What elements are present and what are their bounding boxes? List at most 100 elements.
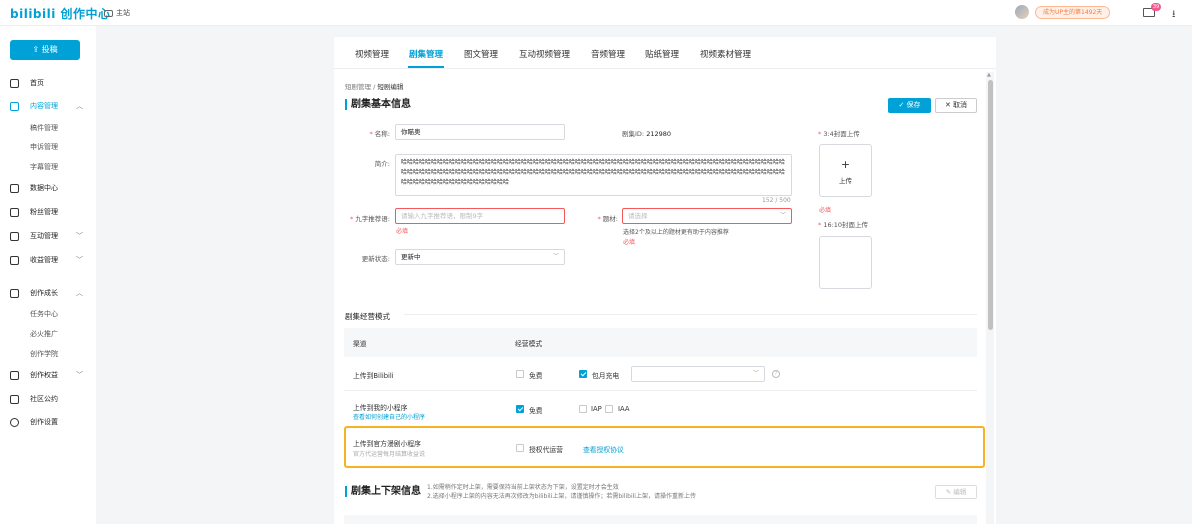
cover-upload-label: 上传 xyxy=(839,177,852,185)
sidebar-item-community[interactable]: 社区公约 xyxy=(0,392,96,406)
cover-34-label-text: 3:4封面上传 xyxy=(823,130,860,138)
section-title-shelf: 剧集上下架信息 xyxy=(345,486,421,497)
edit-button[interactable]: ✎ 编辑 xyxy=(935,485,977,499)
sidebar-item-label: 粉丝管理 xyxy=(30,208,58,216)
sidebar-item-income[interactable]: 收益管理 ﹀ xyxy=(0,253,96,267)
money-icon xyxy=(10,255,19,265)
topic-label: * 题材: xyxy=(597,215,618,223)
promo-badge[interactable]: 成为UP主的第1492天 xyxy=(1035,6,1111,19)
save-button-label: 保存 xyxy=(906,101,921,109)
view-agreement-link[interactable]: 查看授权协议 xyxy=(583,444,624,454)
iaa-label: IAA xyxy=(618,405,630,413)
slogan-label-text: 九字推荐语: xyxy=(355,215,390,223)
chevron-up-icon: ︿ xyxy=(76,289,83,297)
main-panel: 视频管理 剧集管理 图文管理 互动视频管理 音频管理 贴纸管理 视频素材管理 短… xyxy=(334,37,996,524)
chevron-down-icon: ﹀ xyxy=(552,253,559,260)
iap-checkbox[interactable] xyxy=(579,405,587,413)
sidebar-item-interaction[interactable]: 互动管理 ﹀ xyxy=(0,229,96,243)
sidebar-sub-academy[interactable]: 创作学院 xyxy=(30,349,58,359)
free-checkbox-bilibili[interactable] xyxy=(516,370,524,378)
scroll-up-icon[interactable]: ▲ xyxy=(987,72,991,78)
section-title-basic: 剧集基本信息 xyxy=(345,99,411,110)
tab-interactive[interactable]: 互动视频管理 xyxy=(519,48,570,60)
sidebar-item-content[interactable]: 内容管理 ︿ xyxy=(0,99,96,113)
topic-required-msg: 必填 xyxy=(623,239,636,246)
logo[interactable]: bilibili 创作中心 xyxy=(10,5,111,22)
iaa-checkbox[interactable] xyxy=(605,405,613,413)
tab-series[interactable]: 剧集管理 xyxy=(409,48,443,60)
slogan-label: * 九字推荐语: xyxy=(349,215,390,223)
free-label: 免费 xyxy=(529,407,543,415)
sidebar-item-growth[interactable]: 创作成长 ︿ xyxy=(0,286,96,300)
authorize-operation-checkbox[interactable] xyxy=(516,444,524,452)
monthly-charge-checkbox[interactable] xyxy=(579,370,587,378)
sidebar-item-rights[interactable]: 创作权益 ﹀ xyxy=(0,368,96,382)
cancel-button-label: 取消 xyxy=(953,101,968,109)
official-miniapp-subtext: 官方代运营每月结算收益说 xyxy=(353,451,426,458)
sidebar-item-label: 数据中心 xyxy=(30,184,58,192)
settings-icon xyxy=(10,417,19,427)
series-id-label: 剧集ID: 212980 xyxy=(622,128,671,138)
series-id-label-text: 剧集ID: xyxy=(622,130,645,138)
cover-required-msg: 必填 xyxy=(819,207,832,214)
sidebar-sub-promo[interactable]: 必火推广 xyxy=(30,329,58,339)
tab-stickers[interactable]: 贴纸管理 xyxy=(645,48,679,60)
chevron-up-icon: ︿ xyxy=(76,102,83,110)
home-link[interactable]: 主站 xyxy=(104,8,130,18)
cover-34-upload[interactable]: + 上传 xyxy=(819,144,872,197)
tab-audio[interactable]: 音频管理 xyxy=(591,48,625,60)
sidebar-item-fans[interactable]: 粉丝管理 xyxy=(0,205,96,219)
help-icon[interactable]: ? xyxy=(772,370,780,378)
row-official-miniapp-channel: 上传到官方漫剧小程序 xyxy=(353,440,421,448)
sidebar-item-label: 创作成长 xyxy=(30,289,58,297)
chevron-down-icon: ﹀ xyxy=(76,371,83,379)
cover-1610-upload[interactable] xyxy=(819,236,872,289)
download-icon[interactable]: ⭳ xyxy=(1172,7,1176,24)
tab-article[interactable]: 图文管理 xyxy=(464,48,498,60)
document-icon xyxy=(10,101,19,111)
col-channel: 渠道 xyxy=(353,340,367,348)
intro-textarea[interactable]: 哈哈哈哈哈哈哈哈哈哈哈哈哈哈哈哈哈哈哈哈哈哈哈哈哈哈哈哈哈哈哈哈哈哈哈哈哈哈哈哈… xyxy=(395,154,792,196)
sidebar-item-label: 创作设置 xyxy=(30,418,58,426)
avatar[interactable] xyxy=(1015,5,1029,19)
save-button[interactable]: ✓ 保存 xyxy=(888,98,931,113)
shelf-notes: 1.如需稍作定时上架，需要保持当前上架状态为下架，设置定时才会生效 2.选择小程… xyxy=(427,483,696,501)
status-value: 更新中 xyxy=(401,253,421,261)
topic-select[interactable]: 请选择 ﹀ xyxy=(622,208,792,224)
free-checkbox-miniapp[interactable] xyxy=(516,405,524,413)
slogan-required-msg: 必填 xyxy=(396,228,409,235)
name-label-text: 名称: xyxy=(374,130,390,138)
top-bar: bilibili 创作中心 主站 成为UP主的第1492天 39 ⭳ xyxy=(0,0,1192,26)
cap-icon xyxy=(10,288,19,298)
col-mode: 经营模式 xyxy=(515,340,543,348)
chevron-down-icon: ﹀ xyxy=(76,232,83,240)
sidebar-item-data[interactable]: 数据中心 xyxy=(0,181,96,195)
flag-icon xyxy=(10,370,19,380)
tv-icon xyxy=(104,9,113,17)
how-to-create-miniapp-link[interactable]: 查看如何创建自己的小程序 xyxy=(353,412,425,421)
chevron-down-icon: ﹀ xyxy=(779,212,786,219)
sidebar-sub-subtitles[interactable]: 字幕管理 xyxy=(30,162,58,172)
tab-materials[interactable]: 视频素材管理 xyxy=(700,48,751,60)
sidebar-item-settings[interactable]: 创作设置 xyxy=(0,415,96,429)
sidebar-item-home[interactable]: 首页 xyxy=(0,76,96,90)
scrollbar-thumb[interactable] xyxy=(988,80,993,330)
operation-title: 剧集经营模式 xyxy=(345,312,390,321)
cover-1610-label-text: 16:10封面上传 xyxy=(823,221,869,229)
cancel-button[interactable]: ✕ 取消 xyxy=(935,98,977,113)
status-select[interactable]: 更新中 ﹀ xyxy=(395,249,565,265)
sidebar-sub-tasks[interactable]: 任务中心 xyxy=(30,309,58,319)
operation-table-header: 渠道 经营模式 xyxy=(344,328,977,357)
upload-button[interactable]: ⇪ 投稿 xyxy=(10,40,80,60)
sidebar-sub-manuscripts[interactable]: 稿件管理 xyxy=(30,123,58,133)
chevron-down-icon: ﹀ xyxy=(752,370,759,377)
shelf-table-header xyxy=(344,515,977,524)
breadcrumb-parent[interactable]: 短剧管理 xyxy=(345,83,371,91)
slogan-input[interactable]: 请输入九字推荐语，限制9字 xyxy=(395,208,565,224)
plus-icon: + xyxy=(840,158,851,171)
monthly-charge-select[interactable]: ﹀ xyxy=(631,366,765,382)
intro-label: 简介: xyxy=(374,160,390,168)
sidebar-sub-appeals[interactable]: 申诉管理 xyxy=(30,142,58,152)
name-field[interactable]: 你瞄奥 xyxy=(395,124,565,140)
tab-video[interactable]: 视频管理 xyxy=(355,48,389,60)
